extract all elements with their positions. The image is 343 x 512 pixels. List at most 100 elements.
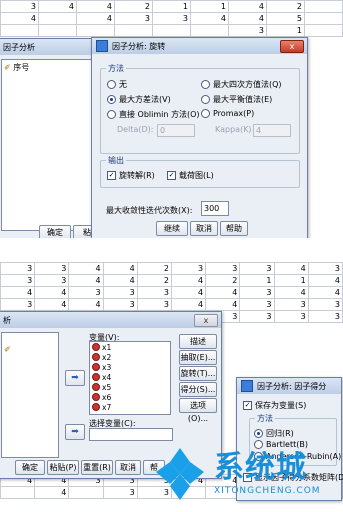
radio-oblimin[interactable]: 直接 Oblimin 方法(O) bbox=[107, 109, 200, 120]
reset-button[interactable]: 重置(R) bbox=[81, 460, 113, 475]
grid-cell[interactable]: 4 bbox=[228, 0, 267, 13]
radio-promax[interactable]: Promax(P) bbox=[201, 109, 254, 118]
grid-cell[interactable]: 3 bbox=[114, 12, 153, 25]
grid-cell[interactable]: 3 bbox=[102, 486, 138, 499]
grid-cell[interactable]: 4 bbox=[170, 274, 207, 287]
grid-cell[interactable]: 3 bbox=[0, 274, 36, 287]
grid-cell[interactable]: 4 bbox=[68, 274, 104, 287]
grid-cell[interactable]: 3 bbox=[205, 262, 241, 275]
grid-cell[interactable]: 4 bbox=[170, 298, 207, 311]
grid-cell[interactable]: 4 bbox=[307, 286, 343, 299]
move-to-selection-arrow-icon[interactable]: ➡ bbox=[65, 424, 85, 440]
grid-cell[interactable]: 4 bbox=[273, 286, 309, 299]
list-item[interactable]: x6 bbox=[90, 392, 170, 402]
grid-cell[interactable]: 5 bbox=[266, 12, 305, 25]
grid-cell[interactable]: 4 bbox=[273, 262, 309, 275]
checkbox-save-as-variables[interactable]: ✓ 保存为变量(S) bbox=[243, 400, 306, 411]
max-iterations-field[interactable]: 300 bbox=[201, 201, 229, 216]
grid-cell[interactable]: 3 bbox=[102, 286, 138, 299]
grid-cell[interactable]: 3 bbox=[239, 286, 275, 299]
grid-cell[interactable]: 3 bbox=[239, 262, 275, 275]
grid-cell[interactable]: 2 bbox=[266, 0, 305, 13]
radio-regression[interactable]: 回归(R) bbox=[254, 428, 294, 439]
ok-button[interactable]: 确定 bbox=[15, 460, 45, 475]
grid-cell[interactable] bbox=[304, 12, 343, 25]
grid-cell[interactable] bbox=[114, 24, 153, 37]
grid-cell[interactable]: 3 bbox=[102, 298, 138, 311]
dialog-titlebar[interactable]: 因子分析: 因子得分 bbox=[237, 378, 341, 394]
grid-cell[interactable]: 4 bbox=[38, 0, 77, 13]
rotation-button[interactable]: 旋转(T)... bbox=[179, 366, 217, 381]
source-variable-list[interactable]: ✐ 序号 bbox=[1, 59, 103, 231]
variables-list[interactable]: x1 x2 x3 x4 x5 x6 x7 bbox=[89, 341, 171, 415]
list-item[interactable]: x1 bbox=[90, 342, 170, 352]
dialog-titlebar[interactable]: 析 x bbox=[0, 312, 221, 328]
grid-cell[interactable]: 4 bbox=[68, 262, 104, 275]
grid-cell[interactable]: 2 bbox=[114, 0, 153, 13]
paste-button[interactable]: 粘贴(P) bbox=[47, 460, 79, 475]
radio-none[interactable]: 无 bbox=[107, 79, 127, 90]
grid-cell[interactable]: 3 bbox=[273, 310, 309, 323]
radio-quartimax[interactable]: 最大四次方值法(Q) bbox=[201, 79, 282, 90]
grid-cell[interactable]: 3 bbox=[228, 24, 267, 37]
radio-varimax[interactable]: 最大方差法(V) bbox=[107, 94, 171, 105]
help-button[interactable]: 帮助 bbox=[220, 221, 248, 236]
list-item[interactable]: x2 bbox=[90, 352, 170, 362]
list-item[interactable]: x7 bbox=[90, 402, 170, 412]
grid-cell[interactable]: 4 bbox=[76, 0, 115, 13]
grid-cell[interactable]: 4 bbox=[307, 274, 343, 287]
kappa-field[interactable]: 4 bbox=[253, 124, 291, 137]
grid-cell[interactable]: 3 bbox=[68, 286, 104, 299]
grid-cell[interactable]: 4 bbox=[0, 286, 36, 299]
checkbox-loading-plot[interactable]: ✓ 载荷图(L) bbox=[167, 170, 214, 181]
grid-cell[interactable]: 4 bbox=[76, 12, 115, 25]
grid-cell[interactable] bbox=[304, 0, 343, 13]
grid-cell[interactable] bbox=[152, 24, 191, 37]
extraction-button[interactable]: 抽取(E)... bbox=[179, 350, 217, 365]
grid-cell[interactable]: 4 bbox=[228, 12, 267, 25]
grid-cell[interactable]: 3 bbox=[273, 298, 309, 311]
grid-cell[interactable]: 4 bbox=[34, 486, 70, 499]
grid-cell[interactable]: 1 bbox=[190, 0, 229, 13]
grid-cell[interactable]: 2 bbox=[136, 262, 172, 275]
list-item[interactable]: x5 bbox=[90, 382, 170, 392]
grid-cell[interactable]: 1 bbox=[266, 24, 305, 37]
descriptives-button[interactable]: 描述(D)... bbox=[179, 334, 217, 359]
grid-cell[interactable]: 3 bbox=[307, 298, 343, 311]
grid-cell[interactable]: 4 bbox=[205, 286, 241, 299]
grid-cell[interactable]: 2 bbox=[136, 274, 172, 287]
grid-cell[interactable]: 3 bbox=[239, 310, 275, 323]
continue-button[interactable]: 继续 bbox=[156, 221, 188, 236]
grid-cell[interactable]: 2 bbox=[205, 274, 241, 287]
move-to-variables-arrow-icon[interactable]: ➡ bbox=[65, 370, 85, 386]
source-variable-list[interactable]: ✐ bbox=[1, 332, 59, 458]
grid-cell[interactable] bbox=[68, 486, 104, 499]
close-button[interactable]: x bbox=[280, 40, 304, 53]
list-item[interactable]: x4 bbox=[90, 372, 170, 382]
grid-cell[interactable]: 4 bbox=[102, 262, 138, 275]
grid-cell[interactable]: 3 bbox=[307, 310, 343, 323]
grid-cell[interactable] bbox=[0, 486, 36, 499]
grid-cell[interactable]: 3 bbox=[34, 274, 70, 287]
grid-cell[interactable]: 3 bbox=[34, 262, 70, 275]
grid-cell[interactable]: 3 bbox=[136, 286, 172, 299]
grid-cell[interactable]: 1 bbox=[239, 274, 275, 287]
grid-cell[interactable]: 3 bbox=[0, 0, 39, 13]
grid-cell[interactable]: 1 bbox=[273, 274, 309, 287]
grid-cell[interactable]: 4 bbox=[205, 298, 241, 311]
cancel-button[interactable]: 取消 bbox=[190, 221, 218, 236]
grid-cell[interactable]: 3 bbox=[0, 298, 36, 311]
grid-cell[interactable]: 4 bbox=[34, 286, 70, 299]
grid-cell[interactable]: 3 bbox=[307, 262, 343, 275]
grid-cell[interactable]: 4 bbox=[68, 298, 104, 311]
list-item[interactable]: ✐ 序号 bbox=[2, 60, 102, 75]
grid-cell[interactable] bbox=[38, 12, 77, 25]
grid-cell[interactable]: 4 bbox=[190, 12, 229, 25]
grid-cell[interactable]: 4 bbox=[0, 12, 39, 25]
cancel-button[interactable]: 取消 bbox=[115, 460, 141, 475]
grid-cell[interactable]: 3 bbox=[136, 298, 172, 311]
checkbox-rotated-solution[interactable]: ✓ 旋转解(R) bbox=[107, 170, 155, 181]
grid-cell[interactable] bbox=[304, 24, 343, 37]
grid-cell[interactable]: 4 bbox=[170, 286, 207, 299]
dialog-titlebar[interactable]: 因子分析: 旋转 x bbox=[92, 38, 307, 54]
